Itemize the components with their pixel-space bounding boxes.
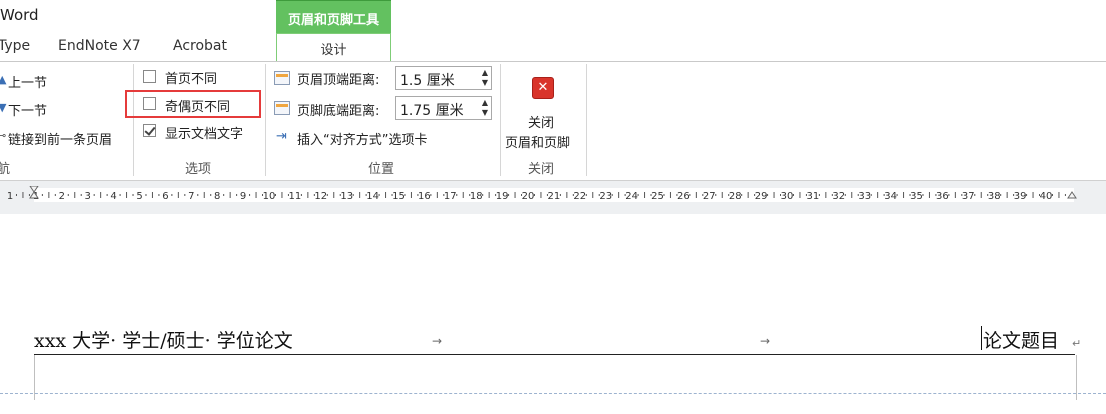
ruler-tick-label: 21 (548, 191, 561, 202)
ruler-tick-label: 25 (651, 191, 664, 202)
group-divider (500, 64, 501, 176)
tab-acrobat[interactable]: Acrobat (173, 38, 227, 54)
header-right-text[interactable]: 论文题目 (983, 326, 1059, 353)
header-footer-tools-band: 页眉和页脚工具 (276, 0, 391, 34)
prev-section-icon: ▲ (0, 73, 7, 86)
tab-type[interactable]: Type (0, 38, 30, 54)
tab-design-label: 设计 (320, 43, 347, 58)
tab-endnote[interactable]: EndNote X7 (58, 38, 141, 54)
text-caret (981, 326, 982, 350)
ruler-tick-label: 6 (162, 191, 168, 202)
ruler-tick-label: 12 (314, 191, 327, 202)
ruler-tick-label: 38 (988, 191, 1001, 202)
insert-alignment-tab-icon: ⇥ (276, 129, 287, 144)
ruler-tick-label: 32 (832, 191, 845, 202)
tab-mark: → (432, 334, 443, 348)
tab-mark: → (760, 334, 771, 348)
title-bar: Word (0, 0, 1106, 33)
ruler-tick-label: 10 (263, 191, 276, 202)
ruler-tick-label: 5 (136, 191, 142, 202)
ruler-tick-label: 9 (240, 191, 246, 202)
ruler-tick-label: 26 (677, 191, 690, 202)
ruler-tick-label: 16 (418, 191, 431, 202)
ruler-tick-label: 19 (496, 191, 509, 202)
ruler-tick-label: 13 (340, 191, 353, 202)
highlight-box (125, 90, 261, 118)
header-top-label: 页眉顶端距离: (297, 73, 380, 88)
ribbon-tab-row: Type EndNote X7 Acrobat (0, 33, 1106, 61)
ruler-tick-label: 40 (1040, 191, 1053, 202)
ruler-tick-label: 27 (703, 191, 716, 202)
ruler-tick-label: 28 (729, 191, 742, 202)
show-document-text-checkbox[interactable] (143, 124, 156, 137)
footer-bottom-value: 1.75 厘米 (400, 103, 464, 119)
header-footer-tools-label: 页眉和页脚工具 (287, 13, 379, 28)
ruler-tick-label: 2 (59, 191, 65, 202)
ruler-tick-label: 37 (962, 191, 975, 202)
ruler-tick-label: 31 (807, 191, 820, 202)
footer-bottom-spinner[interactable]: 1.75 厘米 ▲ ▼ (395, 96, 492, 120)
ruler-tick-label: 3 (85, 191, 91, 202)
next-section-button[interactable]: 下一节 (8, 100, 47, 119)
prev-section-button[interactable]: 上一节 (8, 72, 47, 91)
app-title: Word (0, 6, 39, 24)
different-first-page-checkbox[interactable] (143, 70, 156, 83)
ruler-tick-label: 24 (625, 191, 638, 202)
footer-bottom-label: 页脚底端距离: (297, 104, 380, 119)
spinner-arrows-icon[interactable]: ▲ ▼ (482, 98, 488, 118)
header-top-value: 1.5 厘米 (400, 73, 455, 89)
ruler-tick-label: 7 (188, 191, 194, 202)
position-group-label: 位置 (368, 162, 395, 177)
paragraph-mark: ↵ (1072, 337, 1082, 350)
ruler-tick-label: 4 (110, 191, 116, 202)
ruler-tick-label: 30 (781, 191, 794, 202)
ruler-tick-label: 35 (910, 191, 923, 202)
ruler-tick-label: 1 (7, 191, 13, 202)
insert-alignment-tab-button[interactable]: 插入“对齐方式”选项卡 (297, 129, 427, 148)
ruler-tick-label: 36 (936, 191, 949, 202)
spinner-arrows-icon[interactable]: ▲ ▼ (482, 68, 488, 88)
options-group-label: 选项 (185, 162, 212, 177)
ruler-tick-label: 23 (599, 191, 612, 202)
ruler-tick-label: 29 (755, 191, 768, 202)
header-left-text[interactable]: xxx 大学· 学士/硕士· 学位论文 (34, 326, 293, 353)
next-section-icon: ▼ (0, 101, 7, 114)
ruler-tick-label: 17 (444, 191, 457, 202)
show-document-text-label: 显示文档文字 (165, 127, 244, 142)
ruler-tick-label: 8 (214, 191, 220, 202)
close-icon[interactable]: ✕ (532, 77, 554, 99)
tab-design[interactable]: 设计 (276, 33, 391, 63)
ruler-tick-label: 18 (470, 191, 483, 202)
ruler-tick-label: 33 (858, 191, 871, 202)
navigation-group-label: 航 (0, 162, 11, 177)
ruler-tick-label: 14 (366, 191, 379, 202)
ruler-tick-label: 15 (392, 191, 405, 202)
different-first-page-label: 首页不同 (165, 72, 218, 87)
horizontal-ruler[interactable]: 1123456789101112131415161718192021222324… (0, 186, 1106, 204)
close-label-line2[interactable]: 页眉和页脚 (505, 132, 570, 151)
header-top-icon (274, 71, 290, 85)
close-label-line1[interactable]: 关闭 (528, 112, 554, 131)
group-divider (133, 64, 134, 176)
footer-bottom-icon (274, 101, 290, 115)
group-divider (586, 64, 587, 176)
group-divider (265, 64, 266, 176)
header-boundary-dashed-line (0, 393, 1106, 394)
ruler-tick-label: 39 (1014, 191, 1027, 202)
link-icon: ⊸ (0, 129, 7, 142)
ruler-tick-label: 22 (573, 191, 586, 202)
ruler-tick-label: 11 (289, 191, 302, 202)
ruler-tick-label: 20 (522, 191, 535, 202)
header-top-spinner[interactable]: 1.5 厘米 ▲ ▼ (395, 66, 492, 90)
close-group-label: 关闭 (528, 162, 555, 177)
link-to-previous-button[interactable]: 链接到前一条页眉 (8, 129, 112, 148)
ruler-tick-label: 34 (884, 191, 897, 202)
